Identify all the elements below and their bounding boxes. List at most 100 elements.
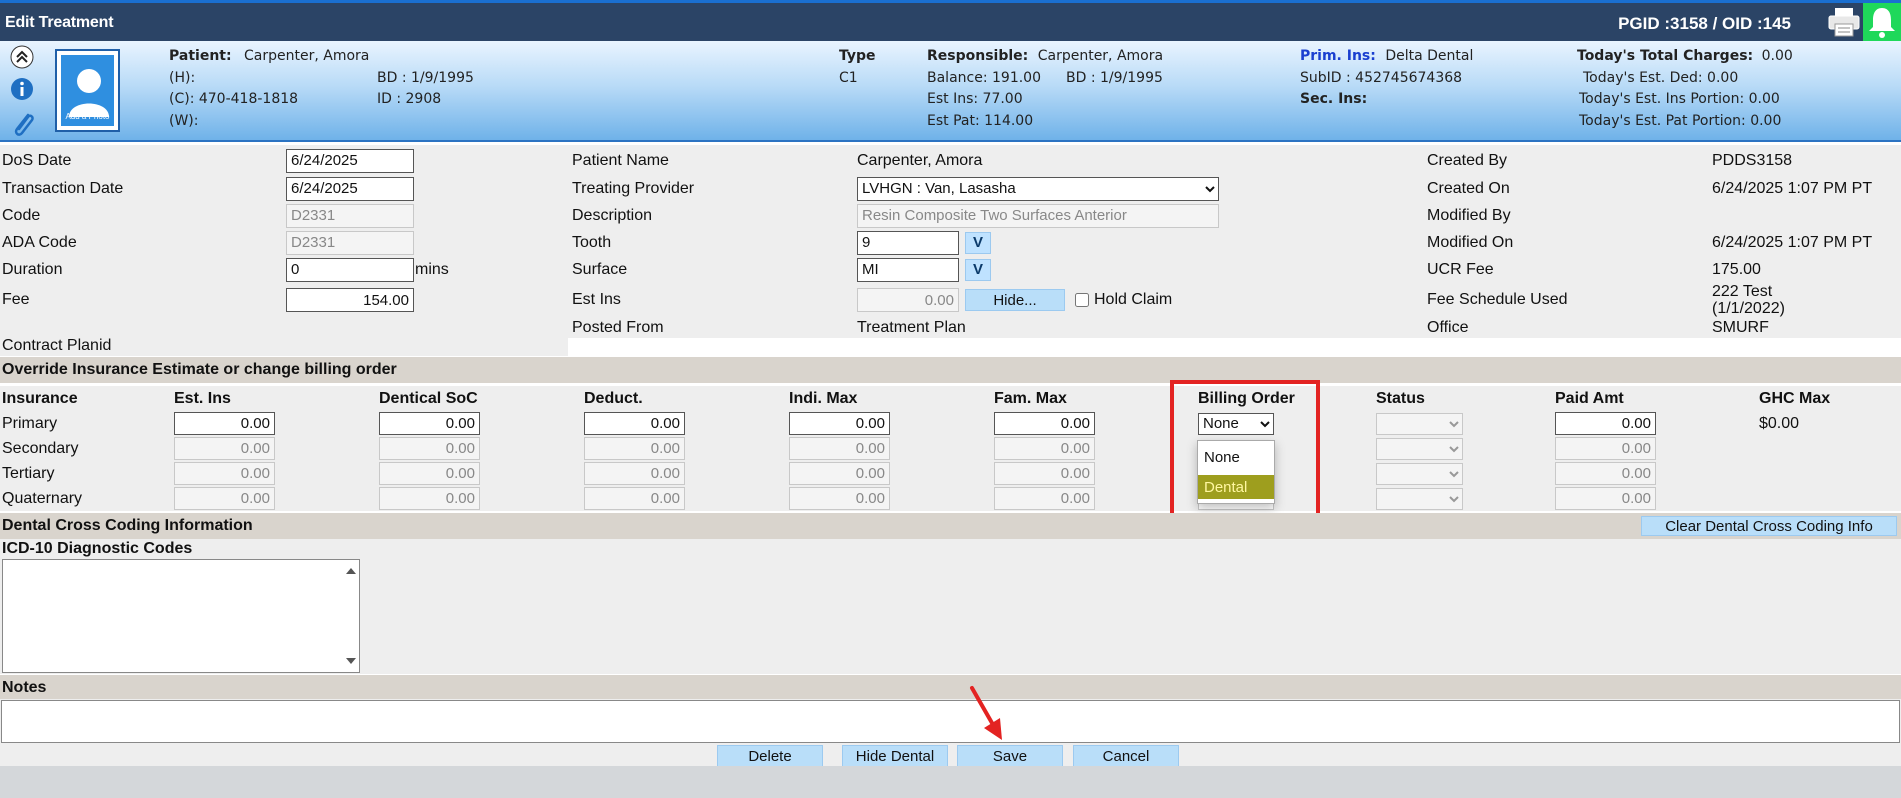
description-input bbox=[857, 203, 1219, 228]
responsible-label: Responsible: bbox=[927, 48, 1029, 64]
surface-v-button[interactable]: V bbox=[965, 258, 991, 281]
dos-date-label: DoS Date bbox=[2, 151, 72, 169]
soc-input bbox=[379, 462, 480, 485]
col-paid-amt: Paid Amt bbox=[1555, 389, 1624, 407]
created-by-value: PDDS3158 bbox=[1712, 151, 1793, 169]
type-label: Type bbox=[839, 48, 876, 64]
col-ghc-max: GHC Max bbox=[1759, 389, 1831, 407]
col-billing-order: Billing Order bbox=[1198, 389, 1295, 407]
deduct-input[interactable] bbox=[584, 412, 685, 435]
patient-id: ID : 2908 bbox=[377, 91, 442, 107]
indi-max-input bbox=[789, 462, 890, 485]
status-select bbox=[1376, 462, 1463, 485]
ada-code-label: ADA Code bbox=[2, 233, 77, 251]
billing-option-none[interactable]: None bbox=[1198, 445, 1274, 469]
deduct-input bbox=[584, 487, 685, 510]
col-dentical-soc: Dentical SoC bbox=[379, 389, 478, 407]
patient-header: Add a Photo Patient: Carpenter, Amora (H… bbox=[0, 41, 1901, 142]
form-row: Posted From Treatment Plan Office SMURF bbox=[0, 317, 1901, 338]
surface-input[interactable] bbox=[857, 257, 959, 282]
est-pat: Est Pat: 114.00 bbox=[927, 113, 1034, 129]
col-deduct: Deduct. bbox=[584, 389, 643, 407]
fee-input[interactable] bbox=[286, 288, 414, 312]
billing-option-dental[interactable]: Dental bbox=[1198, 475, 1274, 499]
form-row: Code Description Modified By bbox=[0, 202, 1901, 229]
hold-claim-checkbox[interactable] bbox=[1075, 293, 1089, 307]
col-status: Status bbox=[1376, 389, 1425, 407]
total-charges-label: Today's Total Charges: bbox=[1577, 48, 1754, 64]
col-est-ins: Est. Ins bbox=[174, 389, 231, 407]
tooth-label: Tooth bbox=[572, 233, 612, 251]
paid-amt-input[interactable] bbox=[1555, 412, 1656, 435]
hide-button[interactable]: Hide... bbox=[965, 289, 1065, 311]
save-button[interactable]: Save bbox=[957, 745, 1063, 767]
textarea-scrollbar[interactable] bbox=[345, 566, 357, 666]
clear-cross-coding-button[interactable]: Clear Dental Cross Coding Info bbox=[1641, 516, 1897, 536]
bell-icon[interactable] bbox=[1863, 3, 1901, 41]
window-title: Edit Treatment bbox=[5, 14, 114, 31]
treating-provider-select[interactable]: LVHGN : Van, Lasasha bbox=[857, 176, 1219, 201]
duration-unit: mins bbox=[415, 260, 449, 278]
printer-icon[interactable] bbox=[1827, 7, 1861, 37]
form-row: DoS Date Patient Name Carpenter, Amora C… bbox=[0, 147, 1901, 174]
patient-name: Carpenter, Amora bbox=[244, 48, 370, 64]
footer-bar bbox=[0, 766, 1901, 798]
transaction-date-input[interactable] bbox=[286, 176, 414, 201]
info-icon[interactable] bbox=[10, 77, 34, 101]
form-row: ADA Code Tooth V Modified On 6/24/2025 1… bbox=[0, 229, 1901, 256]
duration-input[interactable] bbox=[286, 257, 414, 282]
patient-name-label: Patient Name bbox=[572, 151, 669, 169]
description-label: Description bbox=[572, 206, 653, 224]
ada-code-input bbox=[286, 230, 414, 255]
fee-schedule-date: (1/1/2022) bbox=[1712, 300, 1785, 317]
patient-label: Patient: bbox=[169, 48, 232, 64]
tooth-input[interactable] bbox=[857, 230, 959, 255]
ghc-max-value: $0.00 bbox=[1759, 414, 1800, 432]
icd-codes-textarea[interactable] bbox=[2, 559, 360, 673]
patient-photo[interactable]: Add a Photo bbox=[55, 49, 120, 132]
form-row: Fee Est Ins Hide... Hold Claim Fee Sched… bbox=[0, 283, 1901, 317]
row-name: Secondary bbox=[2, 439, 79, 457]
tooth-v-button[interactable]: V bbox=[965, 231, 991, 254]
indi-max-input[interactable] bbox=[789, 412, 890, 435]
cancel-button[interactable]: Cancel bbox=[1073, 745, 1179, 767]
total-charges-value: 0.00 bbox=[1761, 48, 1793, 64]
insurance-header-row: Insurance Est. Ins Dentical SoC Deduct. … bbox=[0, 386, 1901, 411]
home-phone: (H): bbox=[169, 70, 196, 86]
delete-button[interactable]: Delete bbox=[717, 745, 823, 767]
fee-label: Fee bbox=[2, 291, 30, 308]
billing-order-dropdown[interactable]: None Dental bbox=[1197, 440, 1275, 504]
insurance-row-tertiary: Tertiary bbox=[0, 461, 1901, 486]
est-ins-input bbox=[174, 437, 275, 460]
dos-date-input[interactable] bbox=[286, 148, 414, 173]
est-ins-input[interactable] bbox=[174, 412, 275, 435]
created-on-label: Created On bbox=[1427, 179, 1510, 197]
billing-order-select[interactable]: None bbox=[1198, 412, 1274, 435]
form-row: Duration mins Surface V UCR Fee 175.00 bbox=[0, 256, 1901, 283]
duration-label: Duration bbox=[2, 260, 63, 278]
soc-input[interactable] bbox=[379, 412, 480, 435]
posted-from-label: Posted From bbox=[572, 318, 664, 336]
est-pat-portion: Today's Est. Pat Portion: 0.00 bbox=[1579, 113, 1782, 129]
cell-phone: (C): 470-418-1818 bbox=[169, 91, 299, 107]
paperclip-icon[interactable] bbox=[10, 109, 34, 136]
notes-textarea[interactable] bbox=[1, 700, 1900, 743]
hide-dental-button[interactable]: Hide Dental bbox=[842, 745, 948, 767]
prim-ins-label: Prim. Ins: bbox=[1300, 48, 1376, 64]
est-ded: Today's Est. Ded: 0.00 bbox=[1583, 70, 1739, 86]
form-row: Transaction Date Treating Provider LVHGN… bbox=[0, 175, 1901, 202]
modified-on-label: Modified On bbox=[1427, 233, 1514, 251]
ucr-fee-value: 175.00 bbox=[1712, 260, 1761, 278]
status-select bbox=[1376, 487, 1463, 510]
est-ins: Est Ins: 77.00 bbox=[927, 91, 1023, 107]
insurance-row-primary: Primary None $0.00 bbox=[0, 411, 1901, 436]
est-ins-input bbox=[174, 462, 275, 485]
fam-max-input[interactable] bbox=[994, 412, 1095, 435]
prim-ins-value: Delta Dental bbox=[1385, 48, 1474, 64]
row-name: Tertiary bbox=[2, 464, 55, 482]
created-by-label: Created By bbox=[1427, 151, 1508, 169]
type-value: C1 bbox=[839, 70, 858, 86]
patient-name-value: Carpenter, Amora bbox=[857, 151, 983, 169]
add-photo-label: Add a Photo bbox=[65, 112, 110, 121]
collapse-icon[interactable] bbox=[10, 45, 34, 69]
